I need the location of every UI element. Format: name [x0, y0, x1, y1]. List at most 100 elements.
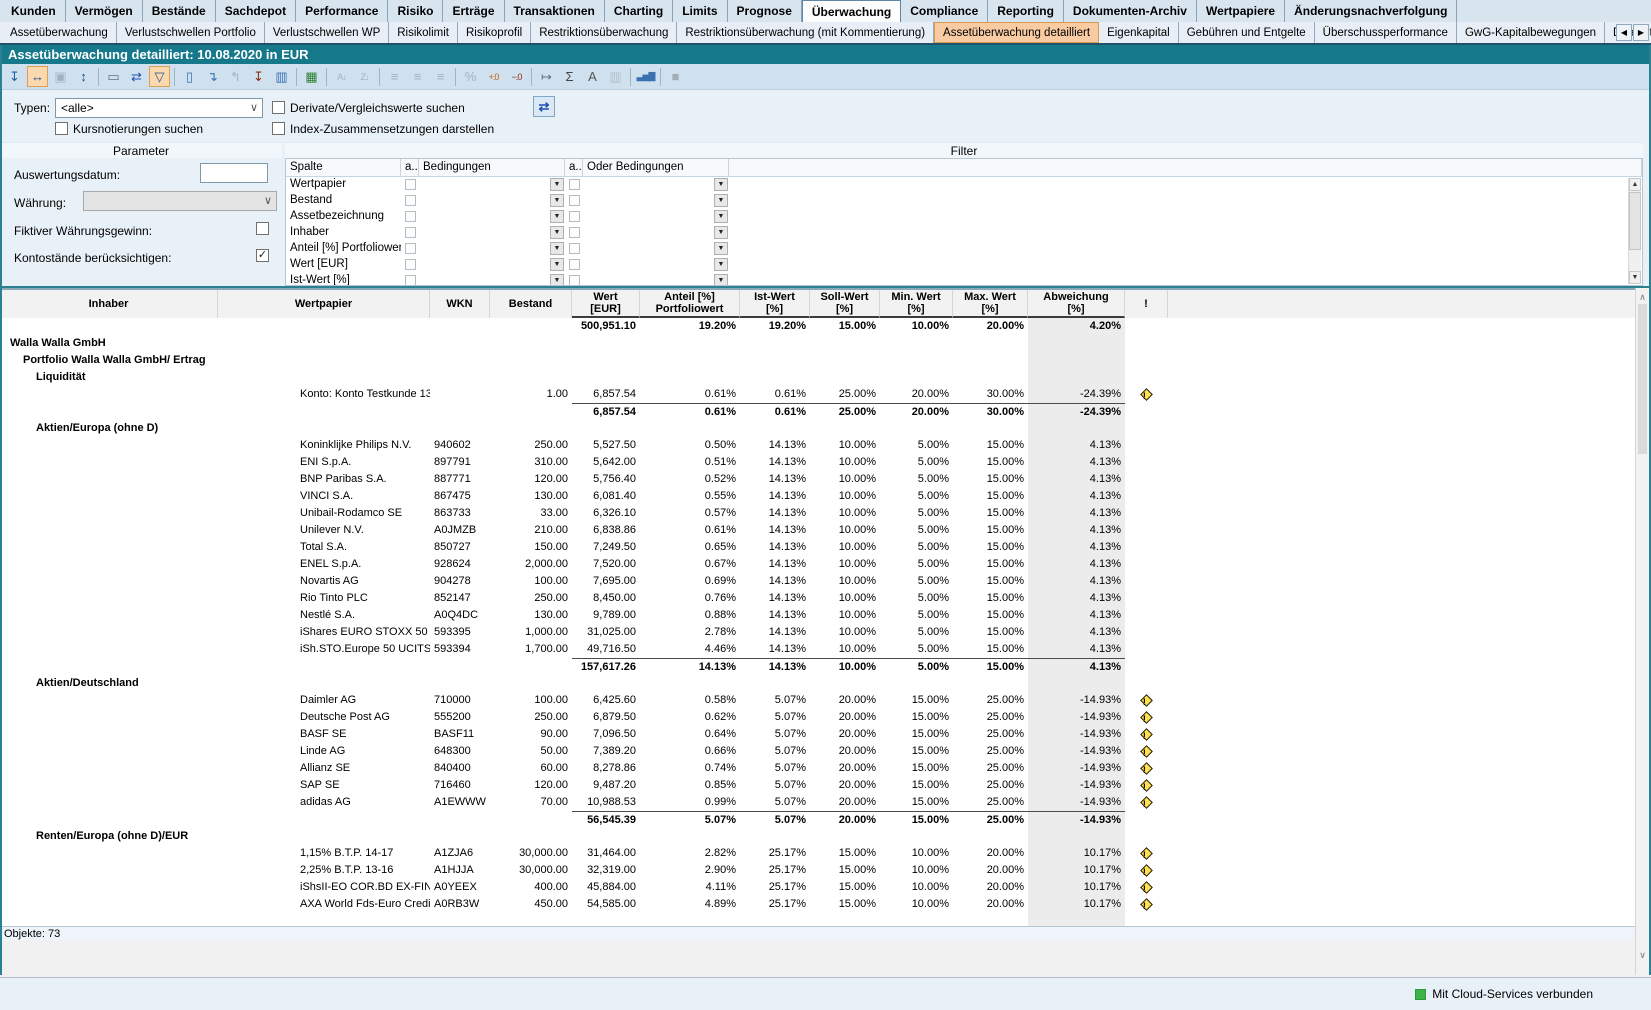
chevron-down-icon[interactable]: ▼ [714, 242, 728, 255]
tab-scroll-right-icon[interactable]: ▶ [1633, 24, 1649, 41]
column-header-anteil[interactable]: Anteil [%]Portfoliowert [640, 290, 740, 318]
chevron-down-icon[interactable]: ▼ [714, 274, 728, 286]
filter-or-checkbox[interactable] [565, 177, 583, 193]
filter-and-checkbox[interactable] [401, 193, 419, 209]
swap-refresh-icon[interactable]: ⇄ [126, 66, 147, 87]
index-checkbox[interactable]: Index-Zusammensetzungen darstellen [272, 122, 494, 136]
table-row[interactable]: Aktien/Europa (ohne D) [0, 420, 1651, 437]
chevron-down-icon[interactable]: ▼ [550, 178, 564, 191]
table-row[interactable]: Walla Walla GmbH [0, 335, 1651, 352]
table-row[interactable]: Rio Tinto PLC852147250.008,450.000.76%14… [0, 590, 1651, 607]
add-decimal-icon[interactable]: +.0 [483, 66, 504, 87]
table-row[interactable]: ENEL S.p.A.9286242,000.007,520.000.67%14… [0, 556, 1651, 573]
waehrung-select[interactable]: ∨ [83, 191, 277, 211]
filter-row[interactable]: Ist-Wert [%]▼▼ [286, 273, 1642, 286]
filter-or-condition-select[interactable]: ▼ [583, 241, 729, 257]
kursnotierungen-checkbox[interactable]: Kursnotierungen suchen [55, 122, 203, 136]
filter-condition-select[interactable]: ▼ [419, 225, 565, 241]
filter-scrollbar[interactable]: ▲ ▼ [1628, 178, 1641, 284]
table-row[interactable]: 500,951.1019.20%19.20%15.00%10.00%20.00%… [0, 318, 1651, 335]
fiktiver-waehrungsgewinn-checkbox[interactable] [256, 222, 269, 235]
column-header-wkn[interactable]: WKN [430, 290, 490, 318]
filter-and-checkbox[interactable] [401, 177, 419, 193]
chevron-down-icon[interactable]: ▼ [550, 210, 564, 223]
subtab-risikoprofil[interactable]: Risikoprofil [458, 22, 531, 43]
subtab-assetüberwachung-detailliert[interactable]: Assetüberwachung detailliert [934, 22, 1099, 43]
filter-and-checkbox[interactable] [401, 225, 419, 241]
filter-or-condition-select[interactable]: ▼ [583, 273, 729, 286]
filter-and-checkbox[interactable] [401, 273, 419, 286]
table-row[interactable]: Allianz SE84040060.008,278.860.74%5.07%2… [0, 760, 1651, 777]
kontostaende-checkbox[interactable]: ✓ [256, 249, 269, 262]
fit-height-icon[interactable]: ↕ [73, 66, 94, 87]
menu-tab-überwachung[interactable]: Überwachung [802, 0, 901, 22]
menu-tab-dokumenten-archiv[interactable]: Dokumenten-Archiv [1064, 0, 1197, 22]
table-row[interactable]: 56,545.395.07%5.07%20.00%15.00%25.00%-14… [0, 811, 1651, 828]
sum-icon[interactable]: Σ [559, 66, 580, 87]
subtab-überschussperformance[interactable]: Überschussperformance [1315, 22, 1457, 43]
chevron-down-icon[interactable]: ▼ [714, 194, 728, 207]
menu-tab-risiko[interactable]: Risiko [388, 0, 443, 22]
subtab-eigenkapital[interactable]: Eigenkapital [1099, 22, 1179, 43]
table-row[interactable]: Aktien/Deutschland [0, 675, 1651, 692]
typen-select[interactable]: <alle> ∨ [55, 98, 263, 118]
subtab-gwg-kapitalbewegungen[interactable]: GwG-Kapitalbewegungen [1457, 22, 1605, 43]
table-row[interactable]: Nestlé S.A.A0Q4DC130.009,789.000.88%14.1… [0, 607, 1651, 624]
sum-column-icon[interactable]: ↧ [248, 66, 269, 87]
table-row[interactable]: Unibail-Rodamco SE86373333.006,326.100.5… [0, 505, 1651, 522]
chevron-down-icon[interactable]: ▼ [550, 194, 564, 207]
column-header-ist-wert[interactable]: Ist-Wert[%] [740, 290, 810, 318]
table-row[interactable]: iSh.STO.Europe 50 UCITS ETF DE5933941,70… [0, 641, 1651, 658]
table-row[interactable]: 6,857.540.61%0.61%25.00%20.00%30.00%-24.… [0, 403, 1651, 420]
column-stats-icon[interactable]: ▥ [271, 66, 292, 87]
chevron-down-icon[interactable]: ▼ [550, 274, 564, 286]
insert-row-icon[interactable]: ↴ [202, 66, 223, 87]
subtab-restriktionsüberwachung-mit-kommentierung[interactable]: Restriktionsüberwachung (mit Kommentieru… [677, 22, 934, 43]
menu-tab-reporting[interactable]: Reporting [988, 0, 1064, 22]
filter-row[interactable]: Wert [EUR]▼▼ [286, 257, 1642, 273]
filter-or-checkbox[interactable] [565, 225, 583, 241]
filter-row[interactable]: Wertpapier▼▼ [286, 177, 1642, 193]
chevron-down-icon[interactable]: ▼ [550, 242, 564, 255]
filter-or-condition-select[interactable]: ▼ [583, 209, 729, 225]
table-row[interactable]: 157,617.2614.13%14.13%10.00%5.00%15.00%4… [0, 658, 1651, 675]
column-marker-icon[interactable]: ▦ [301, 66, 322, 87]
table-scrollbar[interactable]: ∧ ∨ [1635, 288, 1649, 975]
filter-or-checkbox[interactable] [565, 257, 583, 273]
chevron-down-icon[interactable]: ▼ [550, 226, 564, 239]
column-header-wert[interactable]: Wert[EUR] [572, 290, 640, 318]
chevron-down-icon[interactable]: ▼ [714, 178, 728, 191]
filter-icon[interactable]: ▽ [149, 66, 170, 87]
table-row[interactable]: BNP Paribas S.A.887771120.005,756.400.52… [0, 471, 1651, 488]
new-view-icon[interactable]: ▭ [103, 66, 124, 87]
filter-or-condition-select[interactable]: ▼ [583, 257, 729, 273]
filter-condition-select[interactable]: ▼ [419, 257, 565, 273]
chevron-down-icon[interactable]: ▼ [714, 226, 728, 239]
column-header-[interactable]: ! [1125, 290, 1168, 318]
table-row[interactable]: 1,15% B.T.P. 14-17A1ZJA630,000.0031,464.… [0, 845, 1651, 862]
chevron-down-icon[interactable]: ▼ [714, 258, 728, 271]
menu-tab-kunden[interactable]: Kunden [2, 0, 66, 22]
table-row[interactable]: Linde AG64830050.007,389.200.66%5.07%20.… [0, 743, 1651, 760]
scrollbar-thumb[interactable] [1629, 192, 1641, 250]
table-row[interactable]: ENI S.p.A.897791310.005,642.000.51%14.13… [0, 454, 1651, 471]
table-row[interactable]: Koninklijke Philips N.V.940602250.005,52… [0, 437, 1651, 454]
column-header-wertpapier[interactable]: Wertpapier [218, 290, 430, 318]
menu-tab-performance[interactable]: Performance [296, 0, 388, 22]
filter-row[interactable]: Bestand▼▼ [286, 193, 1642, 209]
table-row[interactable]: Unilever N.V.A0JMZB210.006,838.860.61%14… [0, 522, 1651, 539]
filter-or-checkbox[interactable] [565, 193, 583, 209]
filter-or-condition-select[interactable]: ▼ [583, 177, 729, 193]
table-row[interactable]: AXA World Fds-Euro Credit IG I Dis. EURA… [0, 896, 1651, 913]
subtab-verlustschwellen-wp[interactable]: Verlustschwellen WP [265, 22, 389, 43]
menu-tab-compliance[interactable]: Compliance [901, 0, 988, 22]
chevron-down-icon[interactable]: ▼ [714, 210, 728, 223]
refresh-button[interactable]: ⇄ [533, 96, 555, 117]
table-row[interactable]: iShsII-EO COR.BD EX-FIN.U.ETFA0YEEX400.0… [0, 879, 1651, 896]
filter-or-checkbox[interactable] [565, 241, 583, 257]
scroll-down-icon[interactable]: ∨ [1636, 950, 1649, 961]
table-row[interactable]: adidas AGA1EWWW70.0010,988.530.99%5.07%2… [0, 794, 1651, 811]
filter-and-checkbox[interactable] [401, 241, 419, 257]
menu-tab-vermögen[interactable]: Vermögen [66, 0, 143, 22]
subtab-risikolimit[interactable]: Risikolimit [389, 22, 458, 43]
